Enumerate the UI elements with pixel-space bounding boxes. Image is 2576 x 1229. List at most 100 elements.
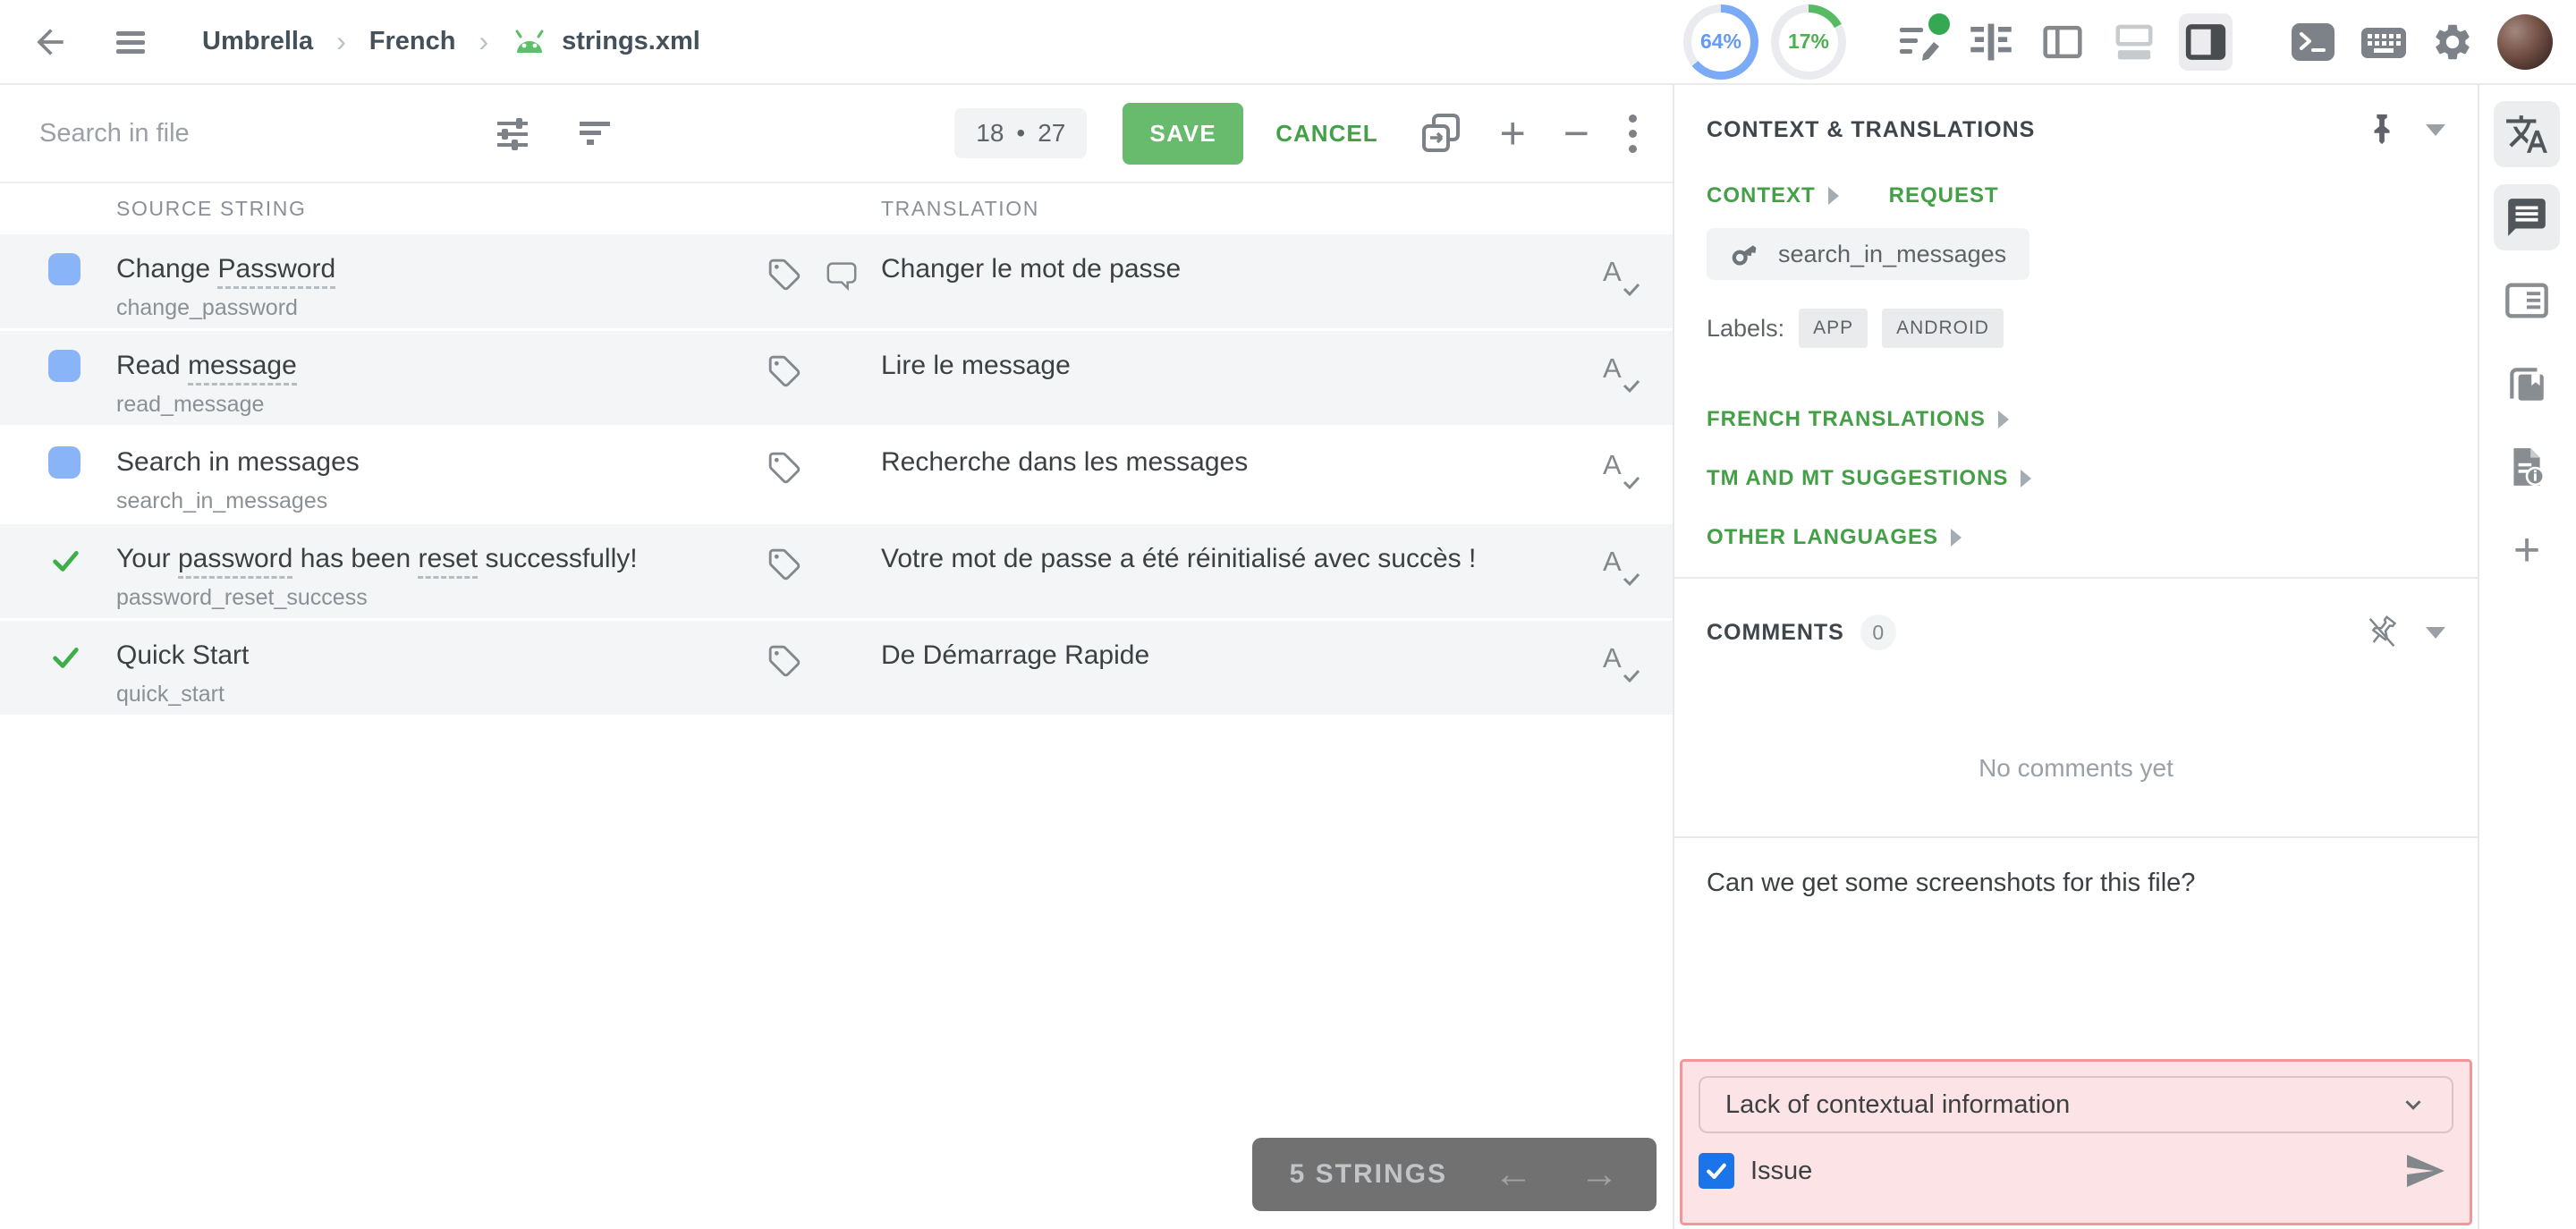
spellcheck-button[interactable]: A [1599,449,1640,490]
comment-button[interactable] [825,258,859,296]
sidebar-item-file-info[interactable] [2494,434,2560,500]
tag-button[interactable] [767,451,801,489]
sidebar-item-screenshots[interactable] [2494,351,2560,417]
table-row[interactable]: Read message read_message Lire le messag… [0,331,1673,428]
context-and-comments-panel: CONTEXT & TRANSLATIONS CONTEXT REQUEST s… [1673,85,2478,1229]
cancel-button[interactable]: CANCEL [1275,120,1377,148]
unpin-comments-button[interactable] [2365,614,2399,650]
left-panel-view-icon [2043,25,2082,58]
send-comment-button[interactable] [2403,1149,2446,1192]
advanced-filter-button[interactable] [492,113,533,154]
table-row[interactable]: Change Password change_password Changer … [0,234,1673,331]
table-row[interactable]: Search in messages search_in_messages Re… [0,428,1673,524]
string-status-icon [48,253,80,285]
user-avatar[interactable] [2497,13,2553,70]
translation-text[interactable]: Recherche dans les messages [881,447,1248,478]
settings-button[interactable] [2431,21,2474,64]
translation-text[interactable]: De Démarrage Rapide [881,640,1149,671]
table-row[interactable]: Your password has been reset successfull… [0,524,1673,621]
tab-context[interactable]: CONTEXT [1707,183,1839,208]
comments-section: COMMENTS 0 No comments yet [1674,577,2478,836]
tag-button[interactable] [767,547,801,586]
pin-panel-button[interactable] [2365,112,2399,148]
issue-type-select[interactable]: Lack of contextual information [1699,1076,2453,1133]
comments-count-badge: 0 [1860,614,1896,650]
source-string-text: Read message [116,351,297,386]
add-string-button[interactable]: + [1500,111,1526,156]
tag-button[interactable] [767,258,801,296]
section-link-other-languages[interactable]: OTHER LANGUAGES [1707,525,1962,550]
table-row[interactable]: Quick Start quick_start De Démarrage Rap… [0,621,1673,717]
glossary-term: Password [217,254,336,289]
breadcrumb-file[interactable]: strings.xml [512,27,700,56]
right-panel-view-button[interactable] [2179,13,2233,71]
section-link-tm-and-mt-suggestions[interactable]: TM AND MT SUGGESTIONS [1707,466,2032,491]
translation-text[interactable]: Changer le mot de passe [881,254,1181,284]
back-button[interactable] [30,22,70,62]
string-key-pill[interactable]: search_in_messages [1707,228,2030,280]
strings-pager: 5 STRINGS ← → [1251,1138,1657,1211]
approved-check-icon [53,648,79,668]
breadcrumb-separator: › [336,25,346,57]
spellcheck-icon [1623,476,1640,490]
keyboard-icon [2361,27,2406,58]
approved-check-icon [53,551,79,572]
glossary-term: reset [418,544,479,579]
collapse-caret-icon[interactable] [2426,626,2445,639]
counter-total: 27 [1038,119,1066,147]
search-input[interactable] [39,118,433,148]
tag-button[interactable] [767,644,801,682]
next-page-button[interactable]: → [1580,1155,1619,1194]
spellcheck-button[interactable]: A [1599,256,1640,297]
spellcheck-button[interactable]: A [1599,352,1640,394]
triangle-right-icon [1951,529,1962,547]
pin-off-icon [2368,615,2397,648]
sidebar-item-terms[interactable] [2494,267,2560,334]
breadcrumb-project[interactable]: Umbrella [202,27,313,56]
sidebar-add-panel-button[interactable]: + [2494,517,2560,583]
copy-source-button[interactable] [1419,112,1462,155]
breadcrumb-language[interactable]: French [369,27,456,56]
screenshots-pages-icon [2510,368,2544,401]
issue-checkbox-label: Issue [1750,1156,1813,1185]
string-key: search_in_messages [116,488,328,513]
translated-progress-ring[interactable]: 64% [1683,4,1758,80]
approved-progress-ring[interactable]: 17% [1771,4,1846,80]
spellcheck-icon [1623,572,1640,587]
left-panel-view-button[interactable] [2036,13,2089,71]
previous-page-button[interactable]: ← [1494,1155,1533,1194]
string-status-icon [48,350,80,382]
counter-current: 18 [976,119,1004,147]
string-status-icon [48,543,80,575]
filter-button[interactable] [574,113,615,154]
shortcuts-button[interactable] [2360,21,2408,64]
bottom-panel-view-button[interactable] [2107,13,2161,71]
translate-icon [2506,115,2547,153]
tab-request[interactable]: REQUEST [1889,183,1999,208]
remove-string-button[interactable]: − [1563,111,1589,156]
translation-text[interactable]: Lire le message [881,351,1071,381]
issue-checkbox[interactable] [1699,1153,1734,1189]
row-icons [767,451,801,489]
sidebar-item-comments[interactable] [2494,184,2560,250]
grid-view-button[interactable] [1964,13,2018,71]
proofread-mode-button[interactable] [1893,13,1950,69]
filter-icon [580,122,610,145]
save-button[interactable]: SAVE [1123,102,1244,165]
context-section: CONTEXT & TRANSLATIONS CONTEXT REQUEST s… [1674,85,2478,577]
menu-button[interactable] [111,22,150,62]
section-link-french-translations[interactable]: FRENCH TRANSLATIONS [1707,407,2009,432]
spellcheck-button[interactable]: A [1599,546,1640,587]
source-string-text: Search in messages [116,447,360,477]
sidebar-item-translations[interactable] [2494,101,2560,167]
notification-dot [1928,13,1950,35]
context-tabs: CONTEXT REQUEST [1707,183,1999,208]
console-button[interactable] [2290,21,2336,64]
spellcheck-icon [1623,669,1640,683]
translation-text[interactable]: Votre mot de passe a été réinitialisé av… [881,544,1476,574]
collapse-caret-icon[interactable] [2426,123,2445,136]
gear-icon [2436,24,2470,59]
more-options-button[interactable] [1629,114,1637,153]
spellcheck-button[interactable]: A [1599,642,1640,683]
tag-button[interactable] [767,354,801,393]
